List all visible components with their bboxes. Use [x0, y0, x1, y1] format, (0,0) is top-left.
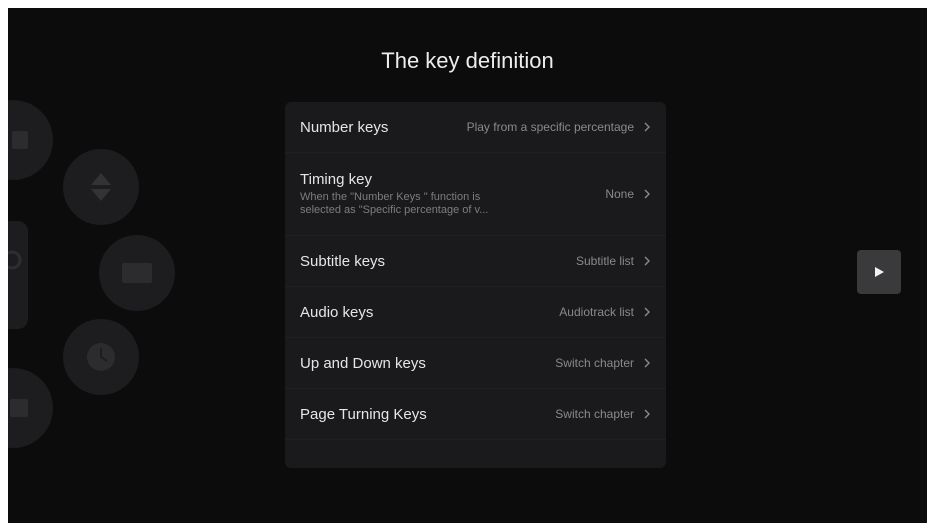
setting-label: Subtitle keys: [300, 252, 386, 270]
setting-value: Switch chapter: [555, 356, 634, 370]
number-key-icon: [8, 100, 53, 180]
audio-key-icon: [8, 221, 28, 329]
chevron-right-icon: [644, 122, 650, 132]
setting-row-number-keys[interactable]: Number keys Play from a specific percent…: [285, 102, 666, 153]
chevron-right-icon: [644, 358, 650, 368]
chevron-right-icon: [644, 189, 650, 199]
setting-label: Audio keys: [300, 303, 374, 321]
setting-value: Audiotrack list: [559, 305, 634, 319]
setting-label: Timing key: [300, 171, 372, 188]
setting-row-page-turning-keys[interactable]: Page Turning Keys Switch chapter: [285, 389, 666, 440]
play-icon: [875, 267, 884, 277]
setting-label: Page Turning Keys: [300, 405, 427, 423]
key-settings-panel: Number keys Play from a specific percent…: [285, 102, 666, 468]
setting-value: Subtitle list: [575, 254, 634, 268]
play-button[interactable]: [857, 250, 901, 294]
chevron-right-icon: [644, 409, 650, 419]
setting-description: When the "Number Keys " function is sele…: [300, 191, 489, 216]
setting-value: None: [605, 187, 634, 201]
clock-icon: [63, 319, 139, 395]
setting-row-up-down-keys[interactable]: Up and Down keys Switch chapter: [285, 338, 666, 389]
setting-value: Switch chapter: [555, 407, 634, 421]
chevron-right-icon: [644, 307, 650, 317]
setting-label: Up and Down keys: [300, 354, 426, 372]
page-title: The key definition: [381, 48, 554, 73]
tv-screen: The key definition Number keys Play from…: [8, 8, 927, 523]
setting-row-subtitle-keys[interactable]: Subtitle keys Subtitle list: [285, 236, 666, 287]
setting-row-timing-key[interactable]: Timing key When the "Number Keys " funct…: [285, 153, 666, 236]
setting-row-audio-keys[interactable]: Audio keys Audiotrack list: [285, 287, 666, 338]
remote-illustration: [8, 100, 175, 448]
up-down-arrow-icon: [63, 149, 139, 225]
calendar-icon: [8, 368, 53, 448]
chevron-right-icon: [644, 256, 650, 266]
setting-label: Number keys: [300, 118, 389, 136]
subtitle-key-icon: [99, 235, 175, 311]
setting-value: Play from a specific percentage: [466, 120, 634, 134]
